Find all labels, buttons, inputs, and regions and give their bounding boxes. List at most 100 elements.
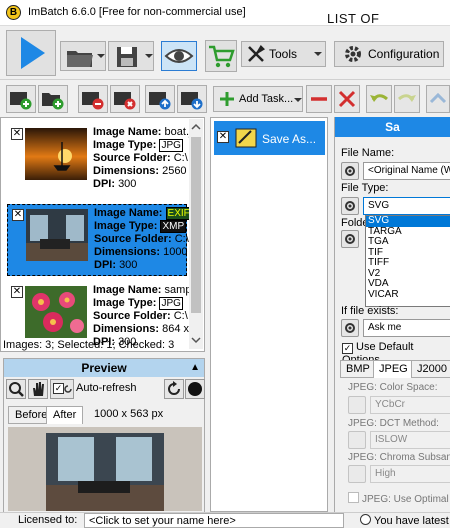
image-type-label: Image Type:	[93, 139, 157, 151]
if-exists-label: If file exists:	[341, 305, 399, 317]
pan-button[interactable]	[28, 379, 48, 399]
close-icon	[338, 90, 356, 108]
add-folder-icon	[42, 93, 64, 110]
scrollbar-thumb[interactable]	[191, 137, 201, 313]
file-name-field[interactable]: <Original Name (With	[341, 162, 450, 182]
image-name-value: boat.j	[164, 126, 192, 138]
source-folder-label: Source Folder:	[93, 310, 171, 322]
configuration-label: Configuration	[368, 47, 440, 61]
save-as-icon	[235, 128, 257, 148]
dpi-value: 300	[118, 178, 137, 190]
zoom-button[interactable]	[6, 379, 26, 399]
image-type-label: Image Type:	[93, 297, 157, 309]
license-name-field[interactable]: <Click to set your name here>	[84, 513, 344, 528]
tools-menu-button[interactable]: Tools	[241, 41, 326, 67]
remove-image-icon	[82, 92, 104, 110]
scroll-up-icon[interactable]	[189, 120, 203, 134]
task-item-save-as[interactable]: ✕ Save As...	[214, 121, 325, 155]
dropdown-option[interactable]: TIFF	[366, 257, 450, 269]
remove-selected-button[interactable]	[78, 85, 108, 113]
image-thumbnail	[25, 286, 87, 338]
insert-tag-icon[interactable]	[341, 162, 359, 180]
folder-icon	[67, 51, 93, 67]
clear-tasks-button[interactable]	[334, 85, 360, 113]
clear-list-button[interactable]	[110, 85, 140, 113]
chevron-down-icon[interactable]	[97, 54, 105, 58]
tab-j2000[interactable]: J2000	[411, 360, 450, 378]
if-exists-select[interactable]: Ask me	[363, 319, 450, 337]
clear-icon	[114, 92, 136, 110]
list-item[interactable]: ✕ Image Name: boat.j Image Type: JPG Sou…	[7, 124, 195, 198]
image-list-scrollbar[interactable]	[189, 119, 203, 349]
save-button[interactable]	[108, 41, 154, 71]
redo-button[interactable]	[394, 85, 420, 113]
circle-icon	[188, 382, 202, 396]
if-exists-field[interactable]: Ask me	[341, 319, 450, 339]
scroll-down-icon[interactable]	[189, 333, 203, 347]
dropdown-option[interactable]: TGA	[366, 236, 450, 248]
file-type-dropdown-list[interactable]: SVG TARGA TGA TIF TIFF V2 VDA VICAR	[365, 215, 450, 307]
chevron-down-icon	[314, 52, 322, 56]
item-checkbox[interactable]: ✕	[11, 128, 23, 140]
insert-tag-icon	[348, 431, 366, 449]
image-list[interactable]: ✕ Image Name: boat.j Image Type: JPG Sou…	[0, 117, 205, 352]
open-button[interactable]	[60, 41, 106, 71]
title-bar: B ImBatch 6.6.0 [Free for non-commercial…	[0, 0, 450, 41]
task-checkbox[interactable]: ✕	[217, 131, 229, 143]
collapse-button[interactable]	[426, 85, 450, 113]
file-type-label: File Type:	[341, 182, 389, 194]
refresh-button[interactable]	[164, 379, 184, 399]
optimal-huffman-label: JPEG: Use Optimal Hu	[362, 494, 450, 505]
collapse-icon[interactable]: ▲	[190, 359, 200, 377]
autorefresh-label: Auto-refresh	[76, 382, 137, 394]
item-checkbox[interactable]: ✕	[12, 209, 24, 221]
insert-tag-icon	[348, 465, 366, 483]
file-type-field[interactable]: SVG	[341, 197, 450, 217]
insert-tag-icon[interactable]	[341, 230, 359, 248]
preview-title: Preview	[81, 361, 127, 375]
properties-header: Sa	[335, 117, 450, 137]
autorefresh-toggle[interactable]: ✓	[50, 379, 74, 399]
image-thumbnail	[25, 128, 87, 180]
add-folder-button[interactable]	[38, 85, 68, 113]
dropdown-option[interactable]: SVG	[366, 215, 450, 227]
move-up-button[interactable]	[145, 85, 175, 113]
gear-icon	[345, 46, 361, 62]
image-metadata: Image Name: boat.j Image Type: JPG Sourc…	[93, 126, 195, 191]
task-label: Save As...	[262, 132, 317, 146]
buy-button[interactable]	[205, 40, 237, 72]
add-task-button[interactable]: Add Task...	[213, 86, 303, 112]
list-item[interactable]: ✕ Image Name: EXIF Image Type: XMP Sourc…	[7, 204, 196, 276]
remove-task-button[interactable]	[306, 85, 332, 113]
insert-tag-icon[interactable]	[341, 319, 359, 337]
update-status: You have latest	[360, 514, 449, 527]
run-button[interactable]	[6, 30, 56, 76]
insert-tag-icon[interactable]	[341, 197, 359, 215]
refresh-icon	[64, 385, 72, 393]
dropdown-option[interactable]: VICAR	[366, 289, 450, 301]
file-type-select[interactable]: SVG	[363, 197, 450, 215]
use-default-checkbox[interactable]: ✓	[342, 343, 353, 354]
chevron-down-icon[interactable]	[145, 54, 153, 58]
tab-jpeg[interactable]: JPEG	[373, 360, 414, 378]
folder-field[interactable]	[341, 230, 365, 250]
preview-toggle-button[interactable]	[161, 41, 197, 71]
item-checkbox[interactable]: ✕	[11, 286, 23, 298]
file-name-input[interactable]: <Original Name (With	[363, 162, 450, 180]
undo-button[interactable]	[366, 85, 392, 113]
preview-room-image	[8, 427, 202, 511]
optimal-huffman-option: JPEG: Use Optimal Hu	[348, 492, 450, 505]
cart-icon	[209, 45, 235, 68]
task-list[interactable]: ✕ Save As...	[210, 117, 328, 512]
add-images-button[interactable]	[6, 85, 36, 113]
optimal-huffman-checkbox	[348, 492, 359, 503]
refresh-icon	[168, 381, 180, 395]
dropdown-option[interactable]: VDA	[366, 278, 450, 290]
dct-method-label: JPEG: DCT Method:	[348, 418, 439, 429]
background-color-button[interactable]	[185, 379, 205, 399]
tab-after[interactable]: After	[46, 406, 84, 424]
tab-bmp[interactable]: BMP	[340, 360, 376, 378]
chevron-down-icon[interactable]	[294, 98, 302, 102]
configuration-button[interactable]: Configuration	[334, 41, 444, 67]
move-down-button[interactable]	[177, 85, 207, 113]
